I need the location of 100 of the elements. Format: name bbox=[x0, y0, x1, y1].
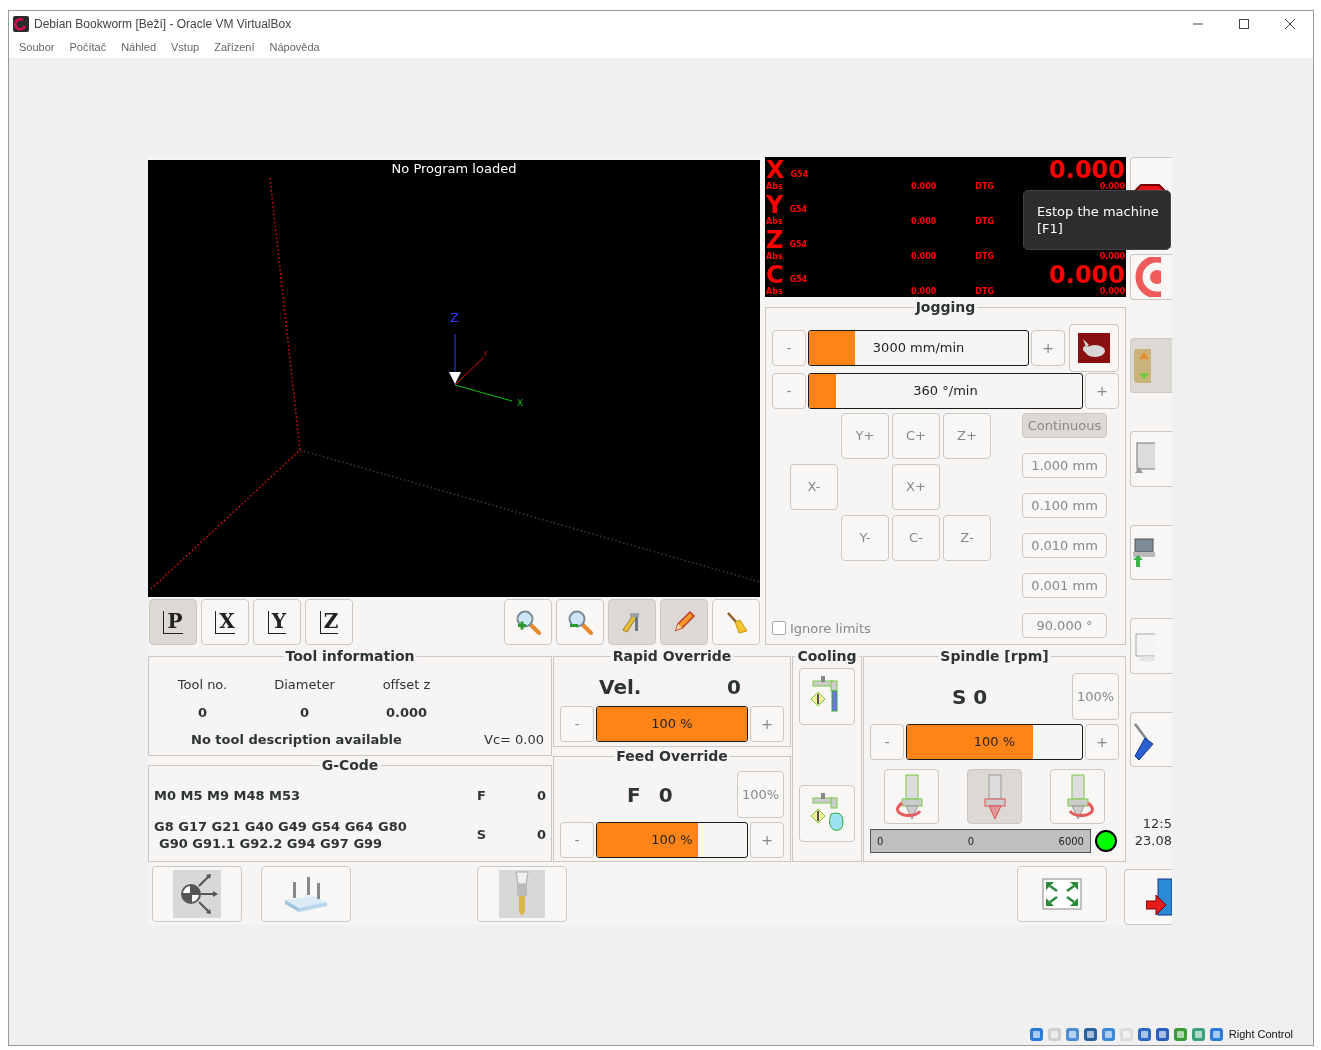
axis-label: Z bbox=[450, 310, 459, 325]
panel-title: Spindle [rpm] bbox=[938, 647, 1051, 665]
view-button[interactable]: P bbox=[149, 599, 197, 645]
slider-reading: 100 % bbox=[651, 715, 693, 734]
menu-item[interactable]: Zařízení bbox=[207, 39, 262, 56]
abs-value: 0.000 bbox=[911, 252, 937, 262]
menu-item[interactable]: Počítač bbox=[62, 39, 114, 56]
spindle-button[interactable] bbox=[884, 769, 939, 824]
menu-item[interactable]: Nápověda bbox=[262, 39, 327, 56]
jog-button[interactable]: C+ bbox=[892, 413, 940, 459]
action-button[interactable] bbox=[261, 866, 351, 922]
preview-tool-button[interactable] bbox=[504, 599, 552, 645]
plus-button[interactable]: + bbox=[1031, 330, 1066, 366]
view-button[interactable]: Z bbox=[305, 599, 353, 645]
plus-button[interactable]: + bbox=[750, 822, 784, 858]
reset-button[interactable]: 100% bbox=[1072, 673, 1119, 720]
minus-button[interactable]: - bbox=[772, 330, 806, 366]
override-slider[interactable]: 100 % bbox=[905, 724, 1084, 760]
action-button[interactable] bbox=[152, 866, 242, 922]
broom-icon bbox=[724, 610, 748, 634]
preview-title: No Program loaded bbox=[391, 160, 517, 178]
preview-tool-button[interactable] bbox=[608, 599, 656, 645]
plus-button[interactable]: + bbox=[750, 706, 784, 742]
axis-letter: Y bbox=[766, 193, 784, 217]
status-indicator-icon bbox=[1028, 1026, 1044, 1042]
preview-tool-button[interactable] bbox=[556, 599, 604, 645]
minus-button[interactable]: - bbox=[560, 822, 594, 858]
exit-button[interactable] bbox=[1124, 869, 1172, 925]
abs-value: 0.000 bbox=[911, 182, 937, 192]
speed-label: S bbox=[476, 825, 486, 844]
minus-button[interactable]: - bbox=[772, 373, 806, 409]
offset-label: G54 bbox=[790, 170, 809, 180]
menu-item[interactable]: Soubor bbox=[12, 39, 62, 56]
override-slider[interactable]: 360 °/min bbox=[808, 373, 1083, 409]
jog-button[interactable]: Z+ bbox=[943, 413, 991, 459]
spindle-speed: S 0 bbox=[952, 683, 988, 711]
jog-button[interactable]: C- bbox=[892, 515, 940, 561]
feed-override-label: F bbox=[627, 781, 641, 809]
preview-tool-button[interactable] bbox=[660, 599, 708, 645]
axis-letter: C bbox=[766, 263, 784, 287]
spindle-button[interactable] bbox=[967, 769, 1022, 824]
tool-description: No tool description available bbox=[191, 731, 402, 749]
jog-button[interactable]: Y- bbox=[841, 515, 889, 561]
status-indicator-icon bbox=[1136, 1026, 1152, 1042]
offset-label: G54 bbox=[789, 205, 808, 215]
jog-button[interactable]: Z- bbox=[943, 515, 991, 561]
coolant-button[interactable] bbox=[799, 668, 855, 725]
side-button[interactable] bbox=[1130, 711, 1172, 768]
action-button[interactable] bbox=[1017, 866, 1107, 922]
axis-position: 0.000 bbox=[1049, 263, 1125, 287]
dtg-label: DTG bbox=[975, 287, 994, 297]
minus-button[interactable]: - bbox=[870, 724, 904, 760]
reset-button[interactable]: 100% bbox=[737, 771, 784, 818]
increment-button[interactable]: 0.001 mm bbox=[1022, 573, 1107, 598]
increment-button[interactable]: Continuous bbox=[1022, 413, 1107, 438]
menu-item[interactable]: Náhled bbox=[114, 39, 164, 56]
jog-button[interactable]: X- bbox=[790, 464, 838, 510]
column-header: Tool no. bbox=[176, 676, 229, 694]
spindle-button[interactable] bbox=[1050, 769, 1105, 824]
abs-label: Abs bbox=[766, 287, 783, 297]
clock-text: 12:5 bbox=[1142, 815, 1172, 833]
close-icon bbox=[1285, 19, 1295, 29]
override-slider[interactable]: 100 % bbox=[595, 822, 749, 858]
ignore-limits-checkbox[interactable]: Ignore limits bbox=[772, 618, 871, 638]
slider-reading: 360 °/min bbox=[913, 382, 978, 401]
tool-value: 0 bbox=[298, 703, 310, 722]
preview-tool-button[interactable] bbox=[712, 599, 760, 645]
increment-button[interactable]: 1.000 mm bbox=[1022, 453, 1107, 478]
axis-triad-drawing bbox=[449, 333, 513, 402]
pencil-icon bbox=[672, 610, 696, 634]
tool-value: 0 bbox=[196, 703, 208, 722]
cutting-speed: Vc= 0.00 bbox=[484, 731, 544, 749]
menu-item[interactable]: Vstup bbox=[164, 39, 207, 56]
jog-button[interactable]: Y+ bbox=[841, 413, 889, 459]
velocity-label: Vel. bbox=[599, 674, 642, 701]
side-button[interactable] bbox=[1130, 524, 1172, 581]
plus-button[interactable]: + bbox=[1085, 373, 1119, 409]
override-slider[interactable]: 3000 mm/min bbox=[807, 330, 1030, 366]
minus-button[interactable]: - bbox=[560, 706, 594, 742]
increment-button[interactable]: 0.100 mm bbox=[1022, 493, 1107, 518]
jog-button[interactable]: X+ bbox=[892, 464, 940, 510]
increment-button[interactable]: 90.000 ° bbox=[1022, 613, 1107, 638]
view-button[interactable]: X bbox=[201, 599, 249, 645]
increment-button[interactable]: 0.010 mm bbox=[1022, 533, 1107, 558]
side-button[interactable] bbox=[1130, 254, 1172, 300]
offset-label: G54 bbox=[789, 275, 808, 285]
view-button[interactable]: Y bbox=[253, 599, 301, 645]
coolant-button[interactable] bbox=[799, 785, 855, 842]
fullscreen-icon bbox=[1042, 878, 1082, 910]
slider-reading: 3000 mm/min bbox=[872, 339, 965, 358]
override-slider[interactable]: 100 % bbox=[595, 706, 749, 742]
rabbit-button[interactable] bbox=[1069, 324, 1119, 372]
plus-button[interactable]: + bbox=[1085, 724, 1119, 760]
dtg-value: 0.000 bbox=[1099, 287, 1125, 296]
zoom-out-icon bbox=[567, 609, 593, 635]
status-indicator-icon bbox=[1064, 1026, 1080, 1042]
abs-value: 0.000 bbox=[911, 217, 937, 227]
g-codes: G8 G17 G21 G40 G49 G54 G64 G80 bbox=[154, 817, 407, 835]
abs-label: Abs bbox=[766, 217, 783, 227]
status-indicator-icon bbox=[1172, 1026, 1188, 1042]
